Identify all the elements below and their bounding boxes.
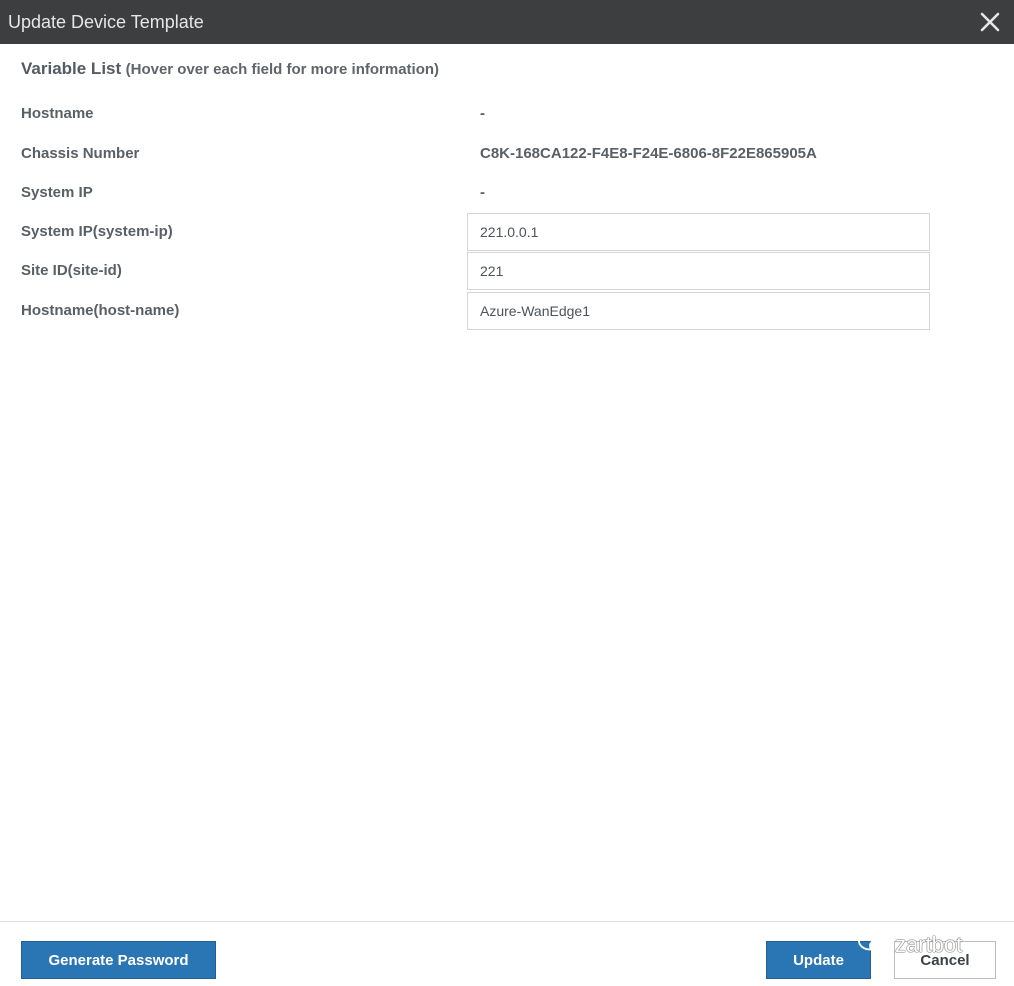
hostname-value: - [480,105,485,122]
variable-list-hint: (Hover over each field for more informat… [125,61,440,78]
chassis-number-label: Chassis Number [21,145,140,162]
system-ip-input[interactable] [467,213,930,251]
variable-list-heading: Variable List (Hover over each field for… [21,59,439,79]
variable-list-title: Variable List [21,59,122,78]
update-button[interactable]: Update [766,941,871,979]
close-icon[interactable] [978,10,1002,34]
site-id-var-label: Site ID(site-id) [21,262,122,279]
cancel-button[interactable]: Cancel [894,941,996,979]
hostname-label: Hostname [21,105,94,122]
system-ip-var-label: System IP(system-ip) [21,223,173,240]
hostname-input[interactable] [467,292,930,330]
system-ip-value: - [480,184,485,201]
footer-divider [0,921,1014,922]
generate-password-button[interactable]: Generate Password [21,941,216,979]
system-ip-label: System IP [21,184,93,201]
hostname-var-label: Hostname(host-name) [21,302,180,319]
chassis-number-value: C8K-168CA122-F4E8-F24E-6806-8F22E865905A [480,145,817,162]
dialog-title: Update Device Template [8,12,204,32]
site-id-input[interactable] [467,252,930,290]
dialog-titlebar: Update Device Template [0,0,1014,44]
update-device-template-dialog: Update Device Template Variable List (Ho… [0,0,1014,986]
